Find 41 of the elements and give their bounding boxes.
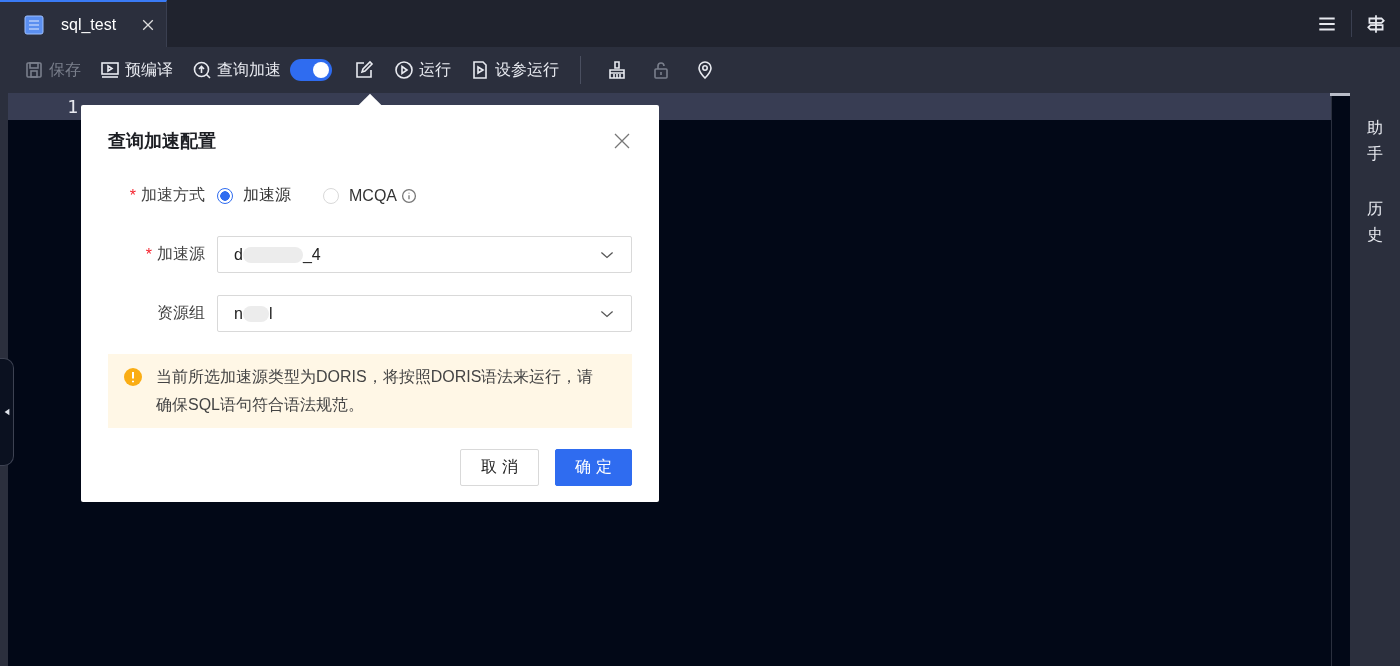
- save-icon: [24, 60, 44, 80]
- side-tab[interactable]: 助手: [1367, 115, 1383, 167]
- broom-icon: [607, 60, 627, 80]
- database-file-icon: [24, 14, 44, 35]
- warning-text: 当前所选加速源类型为DORIS，将按照DORIS语法来运行，请确保SQL语句符合语法规范。: [156, 367, 595, 415]
- radio-option[interactable]: 加速源: [217, 185, 291, 206]
- signpost-icon: [1365, 12, 1387, 35]
- play-icon: [394, 60, 414, 80]
- file-play-icon: [470, 60, 490, 80]
- caret-left-icon: [2, 407, 11, 417]
- scrollbar-thumb[interactable]: [1330, 93, 1350, 96]
- required-mark: *: [129, 186, 136, 205]
- edit-icon: [354, 60, 374, 80]
- field-label: 加速方式: [141, 185, 205, 205]
- accelerate-icon: [192, 60, 212, 80]
- field-label: 资源组: [157, 303, 205, 323]
- close-icon: [612, 131, 632, 151]
- side-tab[interactable]: 历史: [1367, 196, 1383, 248]
- toggle-switch[interactable]: [290, 59, 332, 81]
- radio-option[interactable]: MCQA: [323, 185, 417, 206]
- toolbar-button[interactable]: 运行: [386, 54, 462, 86]
- select-field[interactable]: d _4: [217, 236, 632, 273]
- warning-icon: [123, 367, 143, 387]
- field-label: 加速源: [157, 244, 205, 264]
- monitor-icon: [100, 60, 120, 80]
- required-mark: *: [145, 245, 152, 264]
- cancel-button[interactable]: 取 消: [460, 449, 539, 486]
- select-field[interactable]: n l: [217, 295, 632, 332]
- line-number: 1: [66, 96, 79, 117]
- toolbar-button[interactable]: 预编译: [92, 54, 184, 86]
- unlock-icon: [651, 60, 671, 80]
- confirm-button[interactable]: 确 定: [555, 449, 632, 486]
- toolbar-button[interactable]: 设参运行: [462, 54, 570, 86]
- location-pin-icon: [695, 60, 715, 80]
- toolbar-button[interactable]: 查询加速: [184, 54, 292, 86]
- info-icon: [401, 187, 417, 204]
- dialog-title: 查询加速配置: [108, 130, 216, 153]
- close-button[interactable]: [612, 131, 632, 151]
- editor-tab[interactable]: sql_test: [0, 0, 167, 47]
- radio-button[interactable]: [217, 187, 233, 204]
- collapse-handle[interactable]: [0, 358, 14, 466]
